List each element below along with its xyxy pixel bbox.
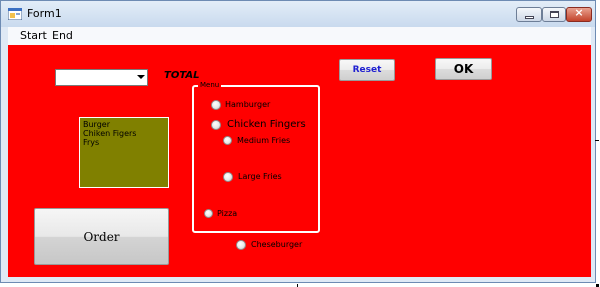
ok-button[interactable]: OK (435, 58, 492, 80)
form-client-area: TOTAL Burger Chiken Figers Frys Order Me… (8, 45, 591, 277)
menu-bar: Start End (8, 27, 591, 45)
radio-circle[interactable] (223, 172, 233, 182)
main-window: Form1 × Start End TOTAL Burger Chiken Fi… (0, 0, 596, 283)
radio-label: Chicken Fingers (227, 119, 306, 130)
order-button-label: Order (83, 230, 120, 244)
close-icon: × (574, 6, 584, 19)
chevron-down-icon[interactable] (137, 75, 145, 79)
radio-circle[interactable] (236, 240, 246, 250)
ok-button-label: OK (453, 62, 474, 76)
menu-item-start[interactable]: Start (20, 29, 47, 42)
radio-circle[interactable] (223, 136, 232, 145)
resize-handle[interactable] (595, 140, 599, 141)
app-icon (8, 8, 22, 20)
radio-label: Hamburger (225, 100, 271, 109)
title-bar[interactable]: Form1 × (1, 1, 595, 27)
maximize-button[interactable] (542, 7, 566, 22)
radio-circle[interactable] (211, 100, 221, 110)
total-label: TOTAL (164, 70, 200, 81)
radio-label: Large Fries (238, 172, 282, 181)
radio-label: Cheseburger (251, 240, 303, 249)
radio-label: Pizza (217, 209, 238, 218)
list-item[interactable]: Burger (80, 118, 168, 129)
menu-group-label: Menu (198, 80, 222, 90)
radio-label: Medium Fries (237, 136, 291, 145)
menu-item-end[interactable]: End (52, 29, 73, 42)
radio-circle[interactable] (204, 209, 213, 218)
list-item[interactable]: Frys (80, 138, 168, 147)
minimize-icon (525, 16, 534, 19)
reset-button[interactable]: Reset (339, 59, 395, 81)
radio-circle[interactable] (211, 120, 221, 130)
window-title: Form1 (27, 7, 62, 20)
order-listbox[interactable]: Burger Chiken Figers Frys (79, 117, 169, 188)
item-combobox[interactable] (55, 69, 148, 86)
minimize-button[interactable] (516, 7, 542, 22)
list-item[interactable]: Chiken Figers (80, 129, 168, 138)
close-button[interactable]: × (566, 6, 592, 22)
maximize-icon (550, 11, 559, 18)
reset-button-label: Reset (352, 65, 382, 75)
order-button[interactable]: Order (34, 208, 169, 265)
